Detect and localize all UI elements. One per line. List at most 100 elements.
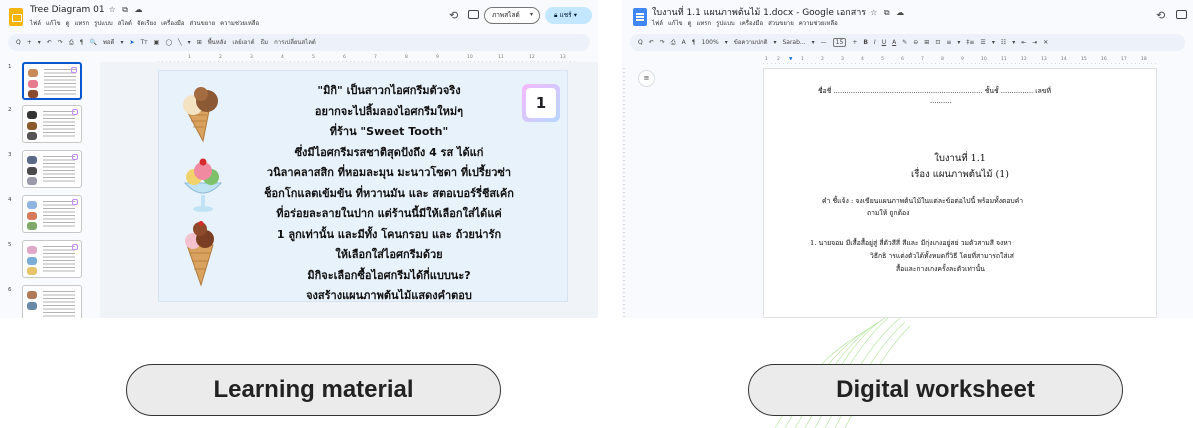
search-menu-icon[interactable]: Q (638, 39, 643, 46)
new-slide-dropdown[interactable]: ▾ (38, 39, 41, 46)
presentation-title[interactable]: Tree Diagram 01 ☆ ⧉ ☁ (30, 5, 145, 15)
menu-format[interactable]: รูปแบบ (94, 20, 113, 27)
zoom-dropdown[interactable]: ▾ (725, 39, 728, 46)
image-icon[interactable]: ▣ (154, 39, 160, 46)
slide-thumbnail[interactable] (22, 150, 82, 188)
menu-view[interactable]: ดู (66, 20, 70, 27)
textbox-icon[interactable]: Tт (140, 39, 147, 46)
print-icon[interactable]: ⎙ (69, 39, 74, 46)
menu-tools[interactable]: เครื่องมือ (161, 20, 184, 27)
line-dropdown[interactable]: ▾ (188, 39, 191, 46)
font-dropdown[interactable]: ▾ (812, 39, 815, 46)
spellcheck-icon[interactable]: A (682, 39, 686, 46)
menu-file[interactable]: ไฟล์ (652, 20, 663, 27)
line-icon[interactable]: ╲ (178, 39, 182, 46)
title-actions-icons[interactable]: ☆ ⧉ ☁ (870, 8, 906, 17)
menu-help[interactable]: ความช่วยเหลือ (799, 20, 838, 27)
current-slide[interactable]: "มิกิ" เป็นสาวกไอศกรีมตัวจริง อยากจะไปลิ… (158, 70, 568, 302)
worksheet-heading[interactable]: ใบงานที่ 1.1 (764, 151, 1156, 166)
font-select[interactable]: Sarab... (782, 39, 805, 46)
instruction-line[interactable]: ถามให้ ถูกต้อง (867, 207, 909, 218)
slides-logo-icon[interactable] (9, 8, 23, 26)
menu-slide[interactable]: สไลด์ (118, 20, 132, 27)
menu-view[interactable]: ดู (688, 20, 692, 27)
layout-button[interactable]: เลย์เอาต์ (232, 39, 254, 46)
slide-thumbnail[interactable] (22, 240, 82, 278)
title-actions-icons[interactable]: ☆ ⧉ ☁ (109, 5, 145, 14)
transition-button[interactable]: การเปลี่ยนสไลด์ (274, 39, 316, 46)
clear-format-icon[interactable]: ✕ (1043, 39, 1048, 46)
menu-edit[interactable]: แก้ไข (46, 20, 61, 27)
align-dropdown[interactable]: ▾ (957, 39, 960, 46)
italic-button[interactable]: I (874, 39, 876, 46)
document-title[interactable]: ใบงานที่ 1.1 แผนภาพต้นไม้ 1.docx - Googl… (652, 5, 906, 19)
menu-insert[interactable]: แทรก (74, 20, 89, 27)
comment-icon[interactable] (1176, 10, 1187, 19)
document-title-text[interactable]: ใบงานที่ 1.1 แผนภาพต้นไม้ 1.docx - Googl… (652, 8, 866, 18)
chevron-down-icon[interactable]: ▾ (530, 7, 540, 24)
redo-icon[interactable]: ↷ (58, 39, 63, 46)
redo-icon[interactable]: ↷ (660, 39, 665, 46)
paint-format-icon[interactable]: ¶ (692, 39, 696, 46)
checklist-dropdown[interactable]: ▾ (992, 39, 995, 46)
increase-indent-icon[interactable]: ⇥ (1032, 39, 1037, 46)
slide-body-text[interactable]: "มิกิ" เป็นสาวกไอศกรีมตัวจริง อยากจะไปลิ… (239, 81, 539, 307)
presentation-title-text[interactable]: Tree Diagram 01 (30, 5, 105, 15)
slide-thumbnail[interactable] (22, 195, 82, 233)
highlight-icon[interactable]: ✎ (902, 39, 907, 46)
slide-number-badge[interactable]: 1 (522, 84, 560, 122)
ice-cream-cone-image[interactable] (177, 85, 225, 143)
zoom-icon[interactable]: 🔍 (89, 39, 96, 46)
menu-file[interactable]: ไฟล์ (30, 20, 41, 27)
menu-tools[interactable]: เครื่องมือ (740, 20, 763, 27)
history-icon[interactable]: ⟲ (1156, 9, 1165, 22)
question-line[interactable]: วิธีกธิ ารแต่งตัวได้ทั้งหมดกี่วิธี โดยที… (870, 250, 1014, 261)
style-dropdown[interactable]: ▾ (773, 39, 776, 46)
search-menu-icon[interactable]: Q (16, 39, 21, 46)
menu-insert[interactable]: แทรก (696, 20, 711, 27)
zoom-select[interactable]: พอดี (103, 39, 114, 46)
history-icon[interactable]: ⟲ (449, 9, 458, 22)
font-size-input[interactable]: 15 (832, 38, 847, 47)
document-page[interactable]: ชื่อชี่ ................................… (763, 68, 1157, 318)
question-line[interactable]: สื้อและกางเกงครั้งละตัวเท่านั้น (896, 263, 985, 274)
print-icon[interactable]: ⎙ (671, 39, 676, 46)
instruction-line[interactable]: คำ ชี้แจ้ง : จงเขียนแผนภาพต้นไม้ในแต่ละข… (822, 195, 1023, 206)
checklist-icon[interactable]: ☰ (980, 39, 985, 46)
zoom-dropdown[interactable]: ▾ (120, 39, 123, 46)
ice-cream-cone-image[interactable] (181, 221, 219, 287)
comment-add-icon[interactable]: ⊞ (924, 39, 929, 46)
background-button[interactable]: พื้นหลัง (208, 39, 227, 46)
style-select[interactable]: ข้อความปกติ (734, 39, 768, 46)
image-icon[interactable]: ⊡ (935, 39, 940, 46)
align-icon[interactable]: ≡ (946, 39, 951, 46)
slide-thumbnail[interactable] (22, 62, 82, 100)
zoom-select[interactable]: 100% (702, 39, 719, 46)
horizontal-ruler[interactable]: 1 2 ▼ 1 2 3 4 5 6 7 8 9 10 11 12 13 14 15 16 17 18 (763, 56, 1157, 64)
slide-thumbnail[interactable] (22, 105, 82, 143)
menu-extensions[interactable]: ส่วนขยาย (189, 20, 215, 27)
bulleted-list-dropdown[interactable]: ▾ (1012, 39, 1015, 46)
font-size-decrease[interactable]: — (821, 39, 827, 46)
theme-button[interactable]: ธีม (261, 39, 269, 46)
horizontal-ruler[interactable]: 1 2 3 4 5 6 7 8 9 10 11 12 13 (158, 54, 578, 62)
select-tool-icon[interactable]: ➤ (129, 39, 134, 46)
decrease-indent-icon[interactable]: ⇤ (1021, 39, 1026, 46)
link-icon[interactable]: ⊖ (913, 39, 918, 46)
new-slide-icon[interactable]: + (27, 39, 32, 46)
text-color-button[interactable]: A (892, 39, 896, 46)
menu-edit[interactable]: แก้ไข (668, 20, 683, 27)
share-button[interactable]: 🔒︎ แชร์ ▾ (545, 7, 592, 24)
docs-logo-icon[interactable] (633, 8, 647, 26)
name-line-continued[interactable]: .......... (930, 97, 952, 105)
undo-icon[interactable]: ↶ (47, 39, 52, 46)
bold-button[interactable]: B (863, 39, 868, 46)
question-line[interactable]: 1. นายจอม มีเสื้อสื้อยู่สู่ สี่ตัวสีสี่ … (810, 237, 1012, 248)
comment-add-icon[interactable]: ⊞ (197, 39, 202, 46)
indent-marker-icon[interactable]: ▼ (789, 56, 792, 64)
line-spacing-icon[interactable]: ‡≡ (966, 39, 974, 46)
slide-thumbnail[interactable] (22, 285, 82, 318)
menu-extensions[interactable]: ส่วนขยาย (768, 20, 794, 27)
menu-arrange[interactable]: จัดเรียง (137, 20, 156, 27)
vertical-ruler[interactable] (623, 68, 629, 318)
